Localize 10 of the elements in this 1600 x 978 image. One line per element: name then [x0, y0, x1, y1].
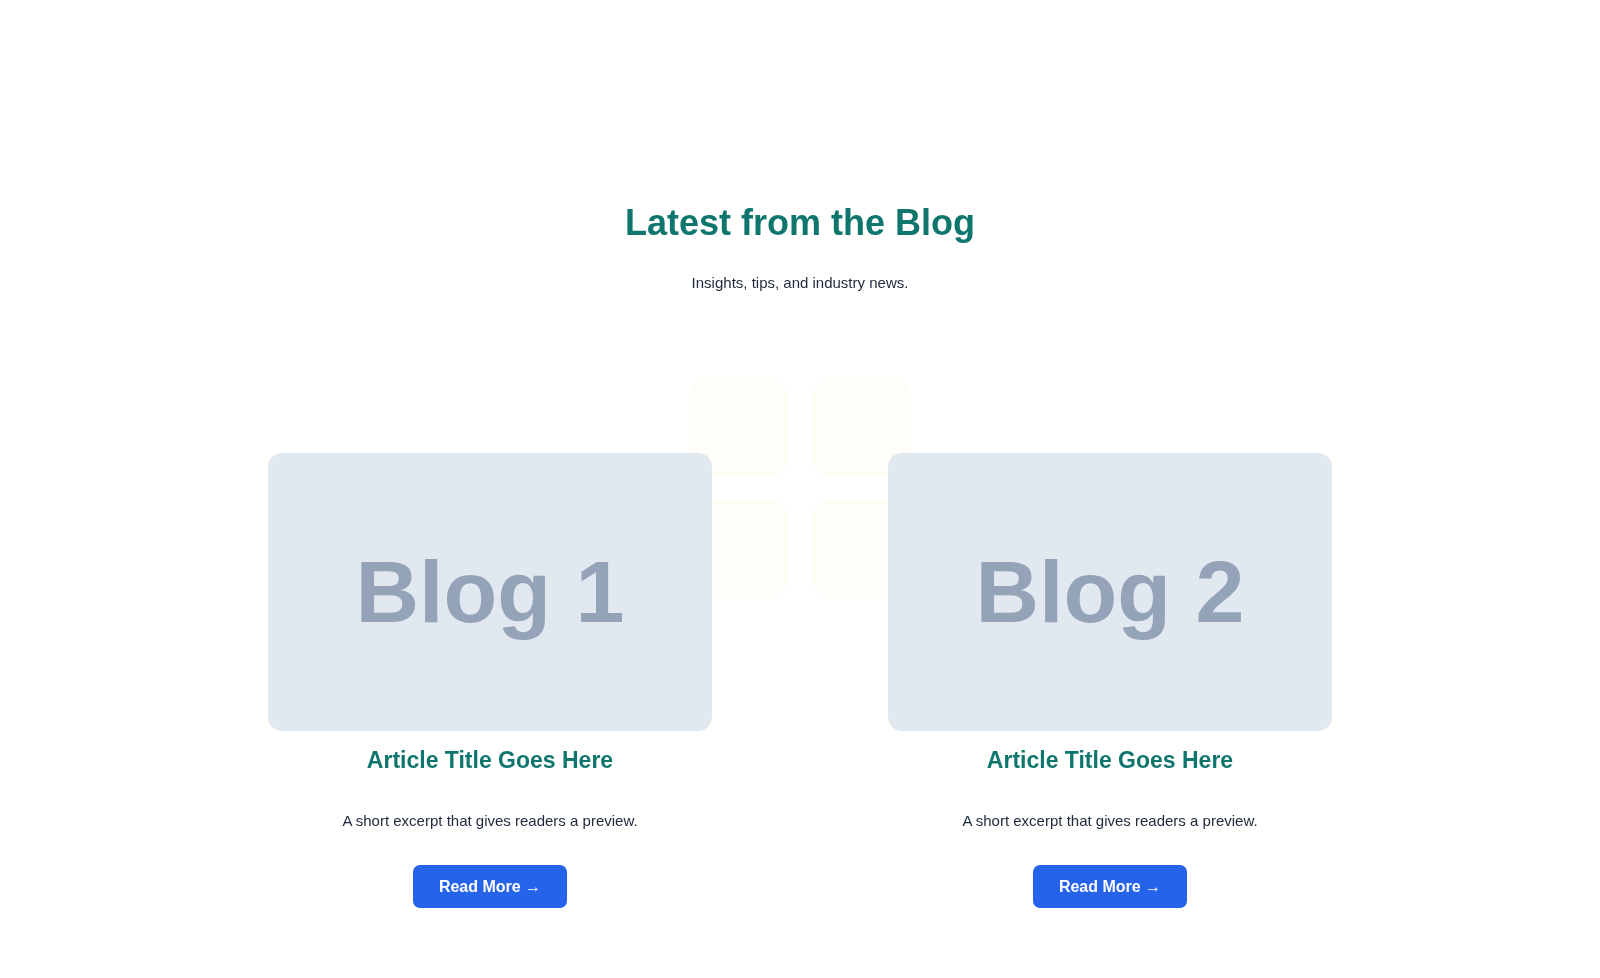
thumbnail-label: Blog 2: [975, 541, 1245, 643]
post-excerpt: A short excerpt that gives readers a preview.: [962, 812, 1258, 829]
section-subtitle: Insights, tips, and industry news.: [691, 274, 909, 291]
post-title: Article Title Goes Here: [366, 747, 614, 774]
post-title: Article Title Goes Here: [986, 747, 1234, 774]
read-more-button[interactable]: Read More →: [413, 865, 567, 908]
post-excerpt: A short excerpt that gives readers a preview.: [342, 812, 638, 829]
thumbnail-label: Blog 1: [355, 541, 625, 643]
read-more-button[interactable]: Read More →: [1033, 865, 1187, 908]
section-title: Latest from the Blog: [625, 202, 975, 244]
